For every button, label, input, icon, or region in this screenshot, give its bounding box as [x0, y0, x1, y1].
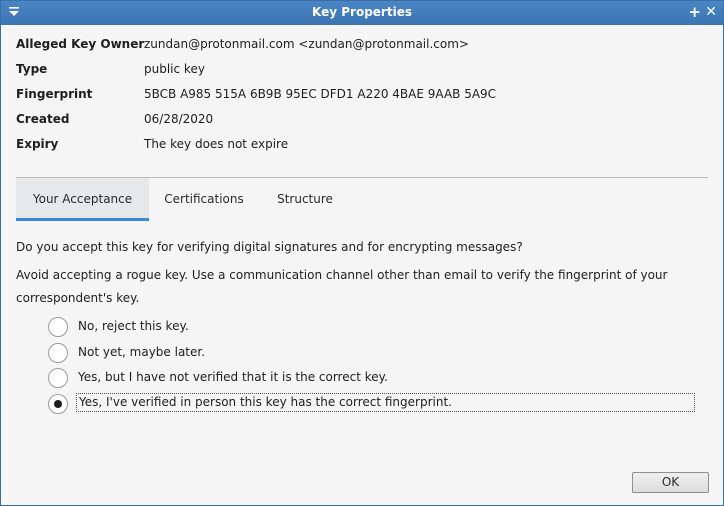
- key-properties-dialog: Key Properties + ✕ Alleged Key Owner zun…: [0, 0, 724, 506]
- property-row-created: Created 06/28/2020: [16, 110, 696, 135]
- title-bar[interactable]: Key Properties + ✕: [1, 1, 723, 25]
- tab-your-acceptance[interactable]: Your Acceptance: [16, 178, 149, 221]
- radio-not-yet-circle[interactable]: [48, 343, 68, 363]
- property-row-fingerprint: Fingerprint 5BCB A985 515A 6B9B 95EC DFD…: [16, 85, 696, 110]
- fingerprint-label: Fingerprint: [16, 87, 93, 101]
- window-title: Key Properties: [312, 5, 412, 19]
- property-row-type: Type public key: [16, 60, 696, 85]
- tab-certifications[interactable]: Certifications: [149, 178, 259, 221]
- radio-verified-label[interactable]: Yes, I've verified in person this key ha…: [76, 393, 695, 412]
- acceptance-question: Do you accept this key for verifying dig…: [16, 240, 523, 254]
- created-label: Created: [16, 112, 70, 126]
- radio-unverified-label[interactable]: Yes, but I have not verified that it is …: [78, 370, 388, 384]
- created-value: 06/28/2020: [144, 112, 214, 126]
- warning-text-line2: correspondent's key.: [16, 291, 140, 305]
- owner-label: Alleged Key Owner: [16, 37, 145, 51]
- radio-verified-circle[interactable]: [48, 394, 68, 414]
- radio-unverified-circle[interactable]: [48, 368, 68, 388]
- type-value: public key: [144, 62, 205, 76]
- tab-bar: Your Acceptance Certifications Structure: [16, 177, 708, 221]
- fingerprint-value: 5BCB A985 515A 6B9B 95EC DFD1 A220 4BAE …: [144, 87, 497, 101]
- expiry-label: Expiry: [16, 137, 59, 151]
- radio-reject-circle[interactable]: [48, 317, 68, 337]
- radio-not-yet-label[interactable]: Not yet, maybe later.: [78, 345, 205, 359]
- owner-value: zundan@protonmail.com <zundan@protonmail…: [144, 37, 469, 51]
- property-row-expiry: Expiry The key does not expire: [16, 135, 696, 160]
- warning-text-line1: Avoid accepting a rogue key. Use a commu…: [16, 268, 668, 282]
- radio-reject-label[interactable]: No, reject this key.: [78, 319, 189, 333]
- tab-structure[interactable]: Structure: [259, 178, 351, 221]
- close-icon[interactable]: ✕: [705, 3, 717, 21]
- keep-above-icon[interactable]: +: [688, 3, 701, 21]
- property-row-owner: Alleged Key Owner zundan@protonmail.com …: [16, 35, 696, 60]
- ok-button[interactable]: OK: [632, 472, 709, 493]
- expiry-value: The key does not expire: [144, 137, 289, 151]
- key-properties-list: Alleged Key Owner zundan@protonmail.com …: [16, 35, 696, 160]
- type-label: Type: [16, 62, 48, 76]
- radio-selected-dot: [54, 400, 62, 408]
